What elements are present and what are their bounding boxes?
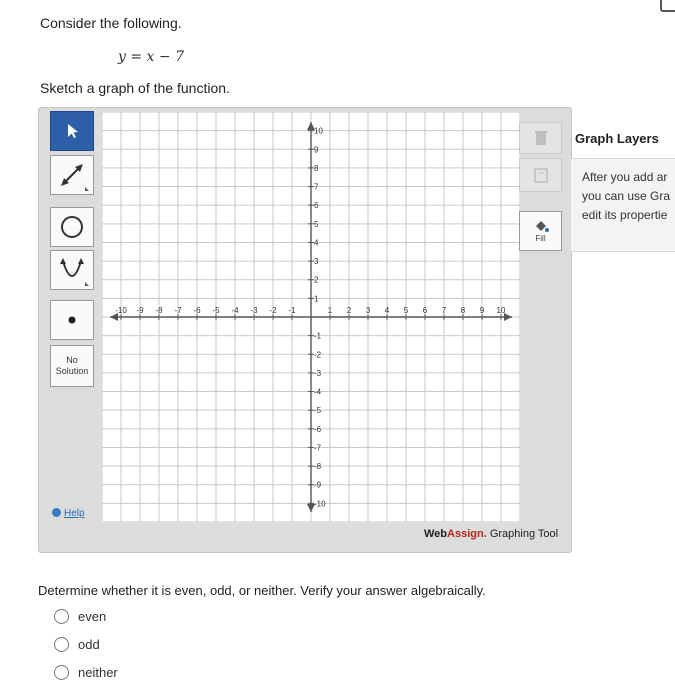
x-tick-label: 7 [442, 306, 447, 315]
y-tick-label: 2 [314, 276, 319, 285]
y-tick-label: 5 [314, 220, 319, 229]
y-tick-label: 4 [314, 238, 319, 247]
fill-bucket-icon [535, 220, 549, 232]
y-tick-label: 3 [314, 257, 319, 266]
x-tick-label: -8 [155, 306, 163, 315]
window-corner-icon [660, 0, 675, 12]
line-tool-button[interactable] [50, 155, 94, 195]
y-tick-label: -8 [314, 462, 322, 471]
y-tick-label: -10 [314, 499, 326, 508]
help-link[interactable]: Help [52, 508, 85, 519]
option-odd-label: odd [78, 637, 100, 652]
y-tick-label: -1 [314, 332, 322, 341]
no-solution-button[interactable]: No Solution [50, 345, 94, 387]
option-even[interactable]: even [54, 609, 106, 624]
y-tick-label: -2 [314, 350, 322, 359]
webassign-brand: WebAssign. Graphing Tool [424, 528, 559, 540]
x-tick-label: 5 [404, 306, 409, 315]
y-tick-label: -7 [314, 443, 322, 452]
y-tick-label: 10 [314, 127, 323, 136]
option-neither-label: neither [78, 665, 118, 680]
x-tick-label: -1 [288, 306, 296, 315]
x-tick-label: -3 [250, 306, 258, 315]
x-tick-label: -6 [193, 306, 201, 315]
option-odd[interactable]: odd [54, 637, 100, 652]
graph-layers-title: Graph Layers [575, 131, 659, 146]
line-segment-icon [61, 164, 89, 191]
graph-layers-panel: After you add ar you can use Gra edit it… [571, 158, 675, 252]
fill-label: Fill [535, 233, 546, 243]
y-tick-label: 9 [314, 145, 319, 154]
x-tick-label: -9 [136, 306, 144, 315]
help-label: Help [64, 508, 85, 519]
arrow-pointer-icon [68, 124, 78, 138]
x-tick-label: -7 [174, 306, 182, 315]
point-tool-button[interactable] [50, 300, 94, 340]
x-tick-label: -2 [269, 306, 277, 315]
x-tick-label: 10 [497, 306, 506, 315]
x-tick-label: 1 [328, 306, 333, 315]
parabola-tool-button[interactable] [50, 250, 94, 290]
x-tick-label: 2 [347, 306, 352, 315]
x-tick-label: 9 [480, 306, 485, 315]
y-tick-label: 8 [314, 164, 319, 173]
x-tick-label: -5 [212, 306, 220, 315]
y-tick-label: -6 [314, 425, 322, 434]
parity-question: Determine whether it is even, odd, or ne… [38, 583, 486, 598]
y-tick-label: -5 [314, 406, 322, 415]
radio-even[interactable] [54, 609, 69, 624]
pointer-tool-button[interactable] [50, 111, 94, 151]
y-tick-label: -3 [314, 369, 322, 378]
radio-odd[interactable] [54, 637, 69, 652]
question-prompt: Consider the following. [40, 15, 182, 31]
fill-tool-button[interactable]: Fill [519, 211, 562, 251]
delete-tool-button[interactable] [519, 122, 562, 154]
point-icon [68, 316, 76, 324]
function-equation: y = x − 7 [118, 49, 184, 65]
x-tick-label: 8 [461, 306, 466, 315]
circle-tool-button[interactable] [50, 207, 94, 247]
x-tick-label: 4 [385, 306, 390, 315]
layers-icon [533, 168, 548, 183]
x-tick-label: 6 [423, 306, 428, 315]
help-icon [52, 508, 61, 517]
circle-icon [61, 216, 83, 238]
y-tick-label: 6 [314, 201, 319, 210]
coordinate-grid[interactable]: -10 -9 -8 -7 -6 -5 -4 -3 -2 -1 1 2 3 4 5 6 7 8 9 10 10 9 8 7 6 5 4… [102, 112, 520, 522]
radio-neither[interactable] [54, 665, 69, 680]
x-tick-label: -4 [231, 306, 239, 315]
y-tick-label: -4 [314, 388, 322, 397]
option-even-label: even [78, 609, 107, 624]
layers-tool-button[interactable] [519, 158, 562, 192]
option-neither[interactable]: neither [54, 665, 118, 680]
x-tick-label: -10 [115, 306, 127, 315]
sketch-instruction: Sketch a graph of the function. [40, 80, 230, 96]
y-tick-label: 7 [314, 183, 319, 192]
parabola-icon [60, 258, 89, 286]
trash-icon [534, 131, 547, 145]
y-tick-label: 1 [314, 294, 319, 303]
graph-layers-description: After you add ar you can use Gra edit it… [582, 170, 671, 222]
y-tick-label: -9 [314, 481, 322, 490]
x-tick-label: 3 [366, 306, 371, 315]
